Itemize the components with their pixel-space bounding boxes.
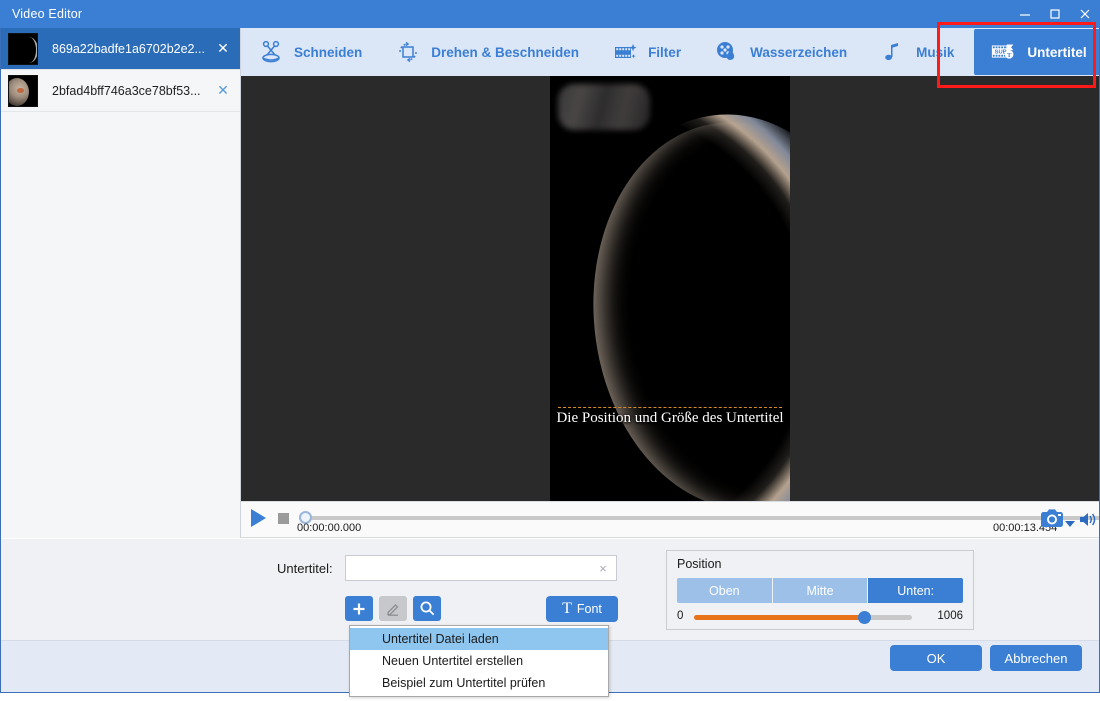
tab-filter[interactable]: Filter xyxy=(595,28,697,76)
title-bar: Video Editor xyxy=(0,0,1100,28)
video-preview-area: Die Position und Größe des Untertitel xyxy=(241,76,1100,501)
edit-subtitle-button xyxy=(379,596,407,621)
position-option-unten[interactable]: Unten: xyxy=(868,578,963,603)
watermark-droplet-icon xyxy=(713,38,741,66)
position-slider-fill xyxy=(694,615,865,620)
add-subtitle-button[interactable] xyxy=(345,596,373,621)
maximize-icon[interactable] xyxy=(1040,0,1070,28)
tab-untertitel[interactable]: SUB T Untertitel xyxy=(974,29,1100,75)
position-group: Position Oben Mitte Unten: 0 1006 xyxy=(666,550,974,630)
subtitle-overlay-text: Die Position und Größe des Untertitel xyxy=(556,410,784,426)
minimize-icon[interactable] xyxy=(1010,0,1040,28)
menu-item-check-subtitle-sample[interactable]: Beispiel zum Untertitel prüfen xyxy=(350,672,608,694)
window-title: Video Editor xyxy=(12,7,83,21)
file-list-sidebar: 869a22badfe1a6702b2e2... ✕ 2bfad4bff746a… xyxy=(0,28,241,538)
tab-schneiden[interactable]: Schneiden xyxy=(241,28,378,76)
ok-button[interactable]: OK xyxy=(890,645,982,671)
close-icon[interactable] xyxy=(1070,0,1100,28)
play-icon[interactable] xyxy=(251,509,266,527)
video-editor-window: Video Editor 869a22badfe1a6702b2e2... ✕ … xyxy=(0,0,1100,701)
subtitle-field-label: Untertitel: xyxy=(277,561,333,576)
scissors-icon xyxy=(257,38,285,66)
tab-label: Untertitel xyxy=(1027,44,1087,60)
subtitle-input-wrapper: × xyxy=(345,555,617,581)
menu-item-load-subtitle-file[interactable]: Untertitel Datei laden xyxy=(350,628,608,650)
window-controls xyxy=(1010,0,1100,28)
svg-text:T: T xyxy=(1007,52,1012,59)
tab-musik[interactable]: Musik xyxy=(863,28,970,76)
blurred-watermark-region xyxy=(558,84,650,130)
video-thumbnail xyxy=(8,32,38,65)
subtitle-add-menu: Untertitel Datei laden Neuen Untertitel … xyxy=(349,625,609,697)
font-t-icon: T xyxy=(562,600,572,617)
current-time: 00:00:00.000 xyxy=(297,522,362,534)
tab-label: Drehen & Beschneiden xyxy=(431,44,580,60)
crop-rotate-icon xyxy=(394,38,422,66)
close-icon[interactable]: ✕ xyxy=(214,82,232,100)
cancel-button[interactable]: Abbrechen xyxy=(990,645,1082,671)
position-slider-max-label: 1006 xyxy=(937,610,963,622)
file-name: 869a22badfe1a6702b2e2... xyxy=(52,41,205,56)
position-option-oben[interactable]: Oben xyxy=(677,578,773,603)
tab-label: Wasserzeichen xyxy=(750,44,848,60)
tab-label: Schneiden xyxy=(294,44,363,60)
tab-label: Musik xyxy=(916,44,955,60)
close-icon[interactable]: ✕ xyxy=(214,40,232,58)
video-thumbnail xyxy=(8,74,38,107)
position-group-label: Position xyxy=(677,557,722,571)
playback-transport-bar: 00:00:00.000 00:00:13.454 xyxy=(241,501,1100,538)
position-slider-thumb[interactable] xyxy=(858,611,871,624)
stop-icon[interactable] xyxy=(278,513,289,524)
film-sparkle-icon xyxy=(611,38,639,66)
subtitle-input[interactable] xyxy=(346,556,594,580)
subtitle-guideline xyxy=(558,407,782,408)
font-button-label: Font xyxy=(576,602,602,616)
video-frame: Die Position und Größe des Untertitel xyxy=(550,76,790,501)
subtitle-sub-icon: SUB T xyxy=(990,38,1018,66)
camera-icon[interactable] xyxy=(1040,508,1064,534)
editor-toolbar: Schneiden Drehen & Beschneiden Filter Wa… xyxy=(241,28,1100,76)
planet-limb-highlight xyxy=(575,108,790,501)
tab-wasserzeichen[interactable]: Wasserzeichen xyxy=(697,28,863,76)
search-subtitle-button[interactable] xyxy=(413,596,441,621)
position-slider-min-label: 0 xyxy=(677,610,684,622)
list-item[interactable]: 2bfad4bff746a3ce78bf53... ✕ xyxy=(0,70,240,112)
file-name: 2bfad4bff746a3ce78bf53... xyxy=(52,83,201,98)
position-segmented-control: Oben Mitte Unten: xyxy=(677,578,963,603)
volume-icon[interactable] xyxy=(1079,511,1098,533)
menu-item-create-new-subtitle[interactable]: Neuen Untertitel erstellen xyxy=(350,650,608,672)
caret-down-icon[interactable] xyxy=(1065,515,1075,533)
font-button[interactable]: T Font xyxy=(546,596,618,622)
tab-drehen-beschneiden[interactable]: Drehen & Beschneiden xyxy=(378,28,595,76)
seek-slider-track[interactable] xyxy=(299,516,1100,520)
position-option-mitte[interactable]: Mitte xyxy=(772,578,869,603)
position-slider[interactable]: 0 1006 xyxy=(677,609,963,625)
tab-label: Filter xyxy=(648,44,682,60)
clear-icon[interactable]: × xyxy=(595,560,611,576)
music-note-icon xyxy=(879,38,907,66)
list-item[interactable]: 869a22badfe1a6702b2e2... ✕ xyxy=(0,28,240,70)
